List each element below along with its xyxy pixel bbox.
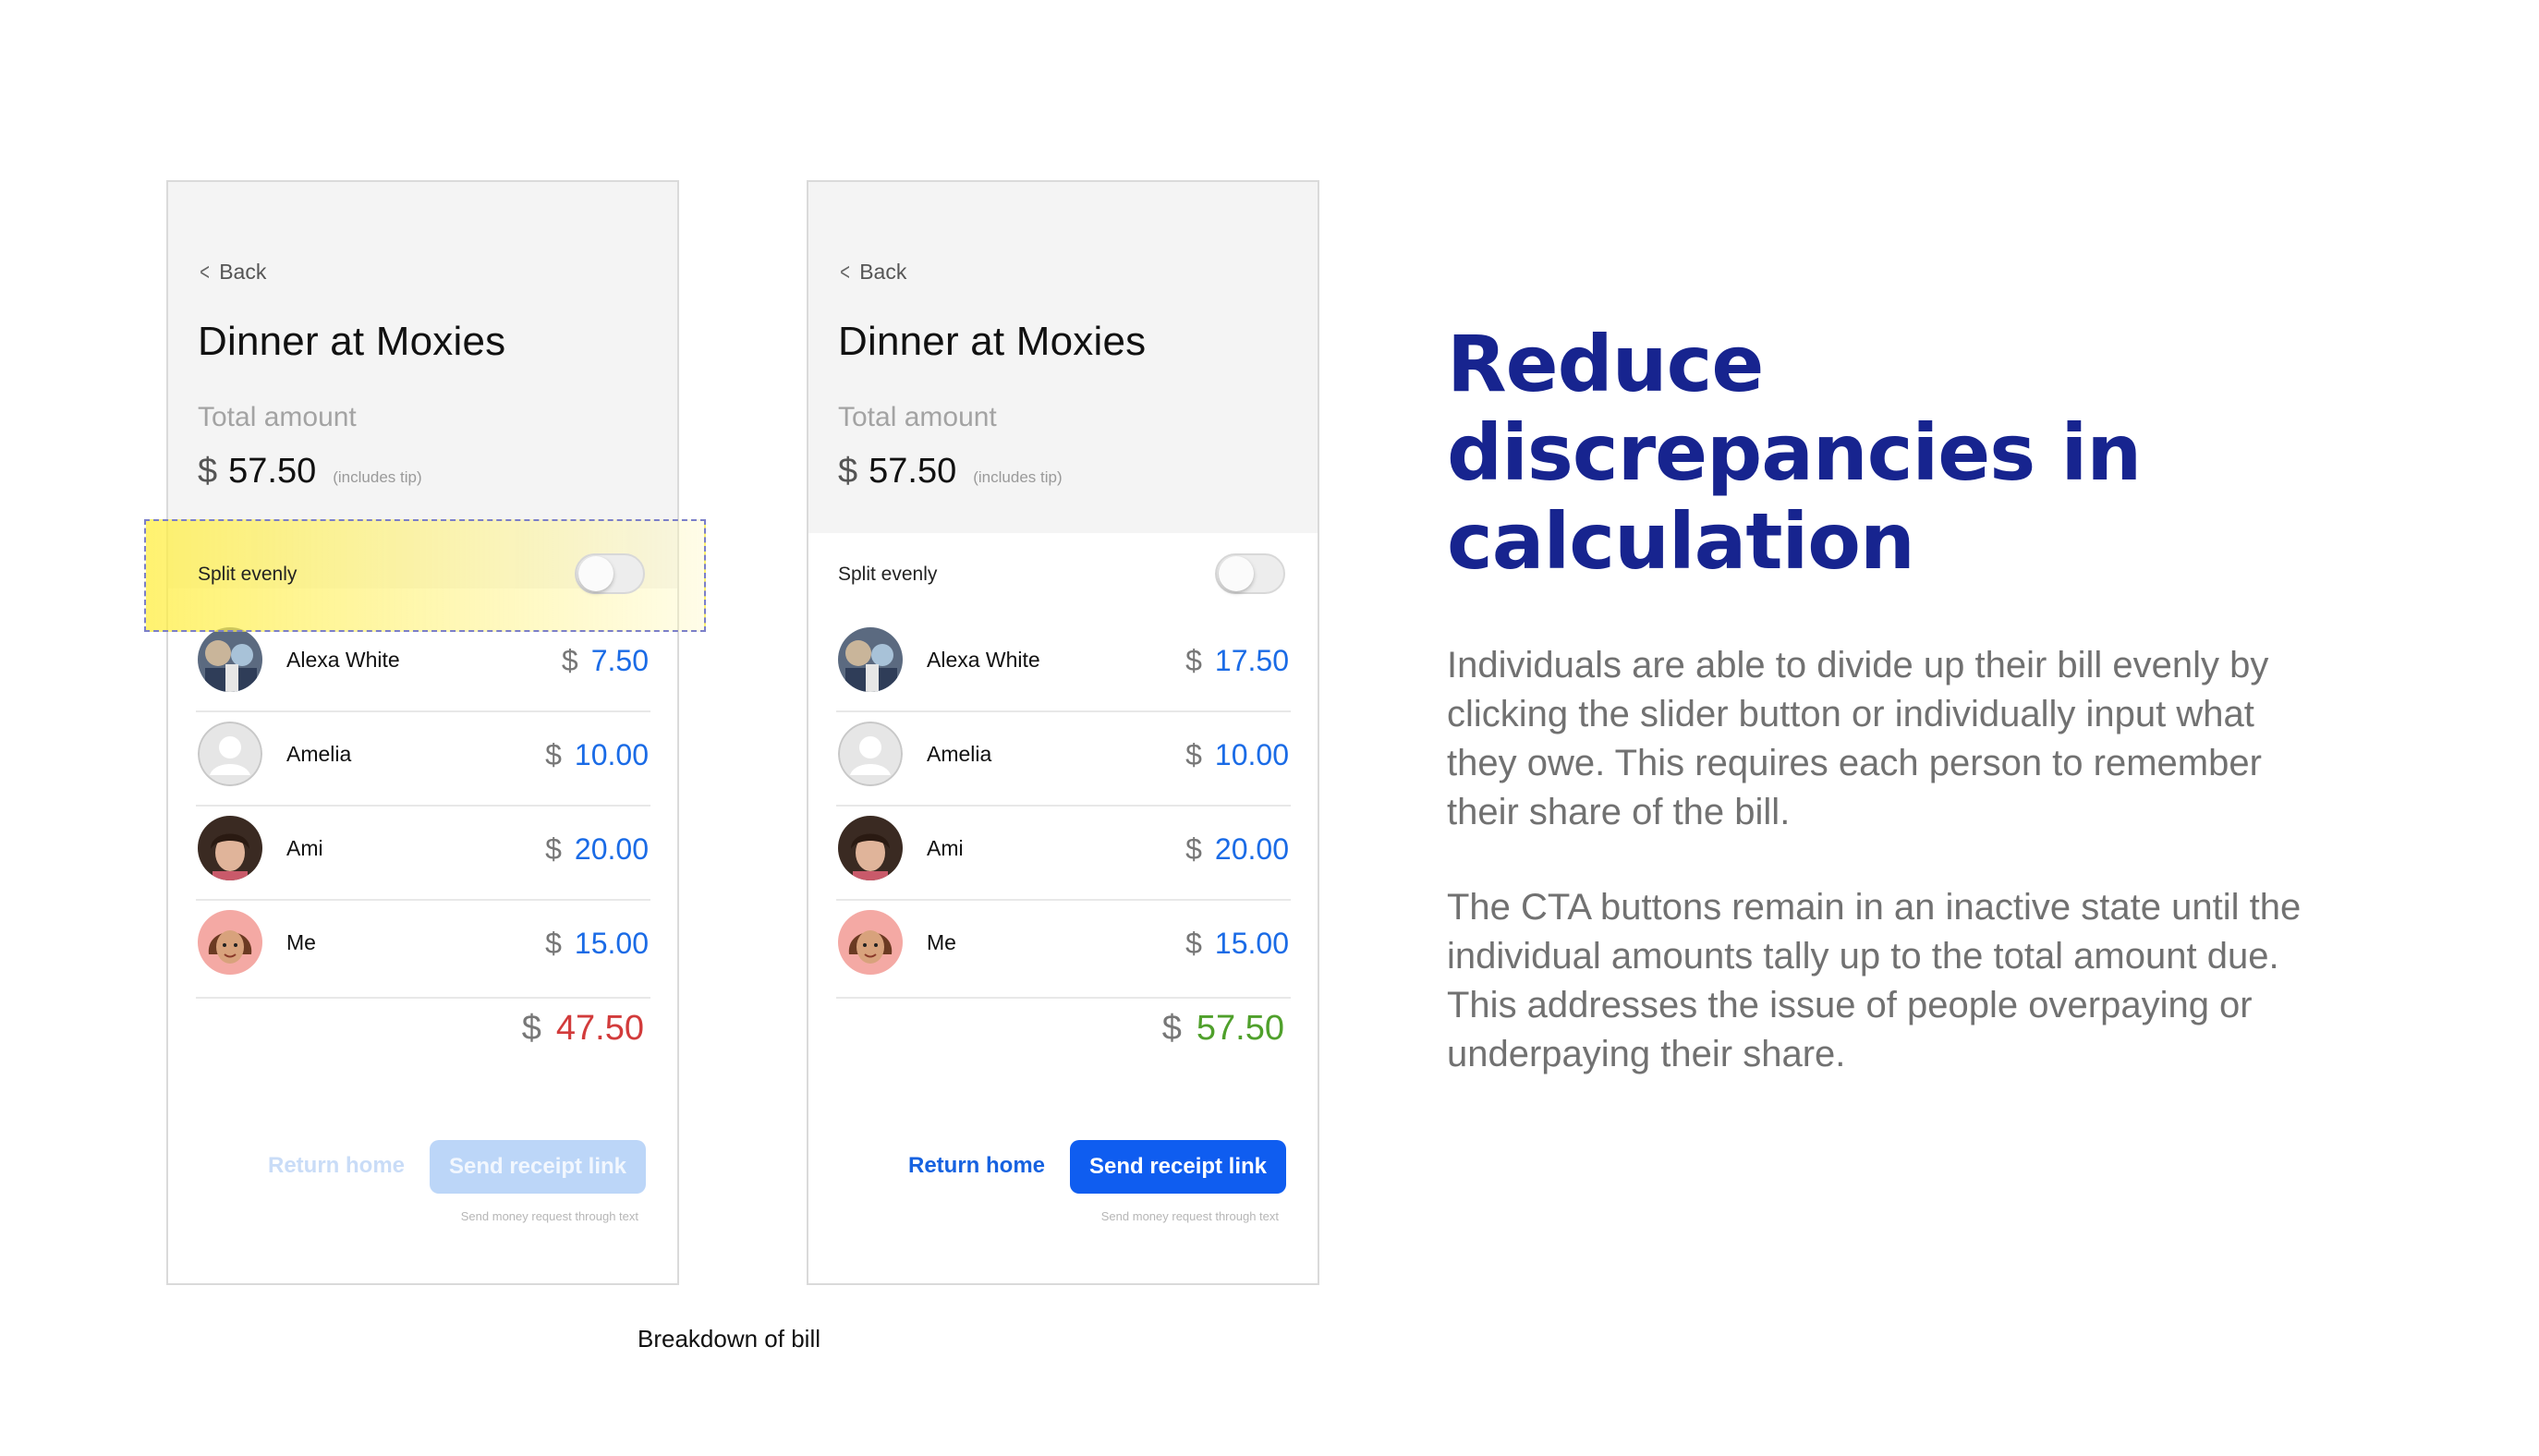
split-evenly-label: Split evenly [838,564,938,585]
currency-symbol: $ [545,738,562,771]
amount-value: 7.50 [590,644,649,677]
person-amount[interactable]: $20.00 [1185,832,1289,867]
total-amount: $ 57.50 (includes tip) [838,452,1063,491]
send-receipt-button[interactable]: Send receipt link [1070,1140,1286,1194]
person-amount[interactable]: $15.00 [545,927,649,961]
amount-value: 17.50 [1214,644,1289,677]
currency-symbol: $ [561,644,578,677]
people-list: Alexa White $7.50 Amelia $10.00 Ami $20.… [196,618,650,999]
sum-total: $ 47.50 [522,1009,644,1049]
avatar-ami [198,816,262,880]
person-amount[interactable]: $20.00 [545,832,649,867]
currency-symbol: $ [1185,644,1202,677]
currency-symbol: $ [1185,927,1202,960]
person-amount[interactable]: $15.00 [1185,927,1289,961]
amount-value: 20.00 [1214,832,1289,866]
person-row: Amelia $10.00 [196,712,650,807]
screens-caption: Breakdown of bill [638,1325,820,1353]
avatar-me-memoji [838,910,903,975]
avatar-placeholder-icon [838,722,903,786]
split-evenly-toggle[interactable] [1215,553,1285,594]
person-name: Amelia [927,742,992,766]
avatar-placeholder-icon [198,722,262,786]
person-amount[interactable]: $7.50 [562,644,649,678]
currency-symbol: $ [545,832,562,866]
return-home-button[interactable]: Return home [908,1153,1045,1179]
total-amount-note: (includes tip) [333,468,422,486]
person-name: Ami [927,836,964,860]
page-title: Dinner at Moxies [838,319,1147,364]
person-name: Me [927,930,956,954]
currency-symbol: $ [1185,832,1202,866]
person-row: Me $15.00 [836,901,1291,999]
total-amount-value: 57.50 [228,452,317,491]
amount-value: 15.00 [574,927,649,960]
description-paragraph-2: The CTA buttons remain in an inactive st… [1447,887,2302,1074]
currency-symbol: $ [198,452,218,491]
back-label: Back [859,260,907,284]
sum-value-match: 57.50 [1196,1009,1284,1048]
split-evenly-toggle[interactable] [575,553,645,594]
chevron-left-icon: < [840,258,850,285]
person-row: Ami $20.00 [196,807,650,901]
total-amount-note: (includes tip) [973,468,1063,486]
page-title: Dinner at Moxies [198,319,506,364]
send-receipt-button-disabled[interactable]: Send receipt link [430,1140,646,1194]
currency-symbol: $ [545,927,562,960]
bill-screen-uneven: < Back Dinner at Moxies Total amount $ 5… [166,180,679,1285]
person-row: Alexa White $7.50 [196,618,650,712]
person-name: Me [286,930,316,954]
avatar-ami [838,816,903,880]
person-row: Alexa White $17.50 [836,618,1291,712]
person-amount[interactable]: $10.00 [1185,738,1289,772]
send-receipt-note: Send money request through text [460,1209,638,1223]
person-row: Ami $20.00 [836,807,1291,901]
description-paragraph-1: Individuals are able to divide up their … [1447,645,2269,832]
person-amount[interactable]: $17.50 [1185,644,1289,678]
person-name: Alexa White [927,648,1040,672]
toggle-knob [1219,556,1254,591]
avatar-me-memoji [198,910,262,975]
person-name: Alexa White [286,648,400,672]
bill-screen-balanced: < Back Dinner at Moxies Total amount $ 5… [807,180,1319,1285]
avatar-alexa [198,627,262,692]
return-home-button-disabled[interactable]: Return home [268,1153,405,1179]
amount-value: 20.00 [574,832,649,866]
people-list: Alexa White $17.50 Amelia $10.00 Ami $20… [836,618,1291,999]
send-receipt-note: Send money request through text [1100,1209,1279,1223]
person-amount[interactable]: $10.00 [545,738,649,772]
avatar-alexa [838,627,903,692]
back-button[interactable]: < Back [198,258,266,286]
amount-value: 10.00 [1214,738,1289,771]
total-amount-label: Total amount [198,402,357,432]
toggle-knob [578,556,613,591]
sum-value-mismatch: 47.50 [555,1009,644,1048]
section-headline: Reduce discrepancies in calculation [1447,319,2142,587]
back-label: Back [219,260,267,284]
currency-symbol: $ [521,1009,541,1048]
total-amount: $ 57.50 (includes tip) [198,452,422,491]
total-amount-label: Total amount [838,402,997,432]
amount-value: 10.00 [574,738,649,771]
currency-symbol: $ [838,452,858,491]
currency-symbol: $ [1185,738,1202,771]
person-name: Amelia [286,742,352,766]
split-evenly-label: Split evenly [198,564,298,585]
total-amount-value: 57.50 [869,452,957,491]
currency-symbol: $ [1161,1009,1182,1048]
chevron-left-icon: < [200,258,210,285]
back-button[interactable]: < Back [838,258,906,286]
person-name: Ami [286,836,323,860]
sum-total: $ 57.50 [1162,1009,1284,1049]
person-row: Amelia $10.00 [836,712,1291,807]
person-row: Me $15.00 [196,901,650,999]
amount-value: 15.00 [1214,927,1289,960]
